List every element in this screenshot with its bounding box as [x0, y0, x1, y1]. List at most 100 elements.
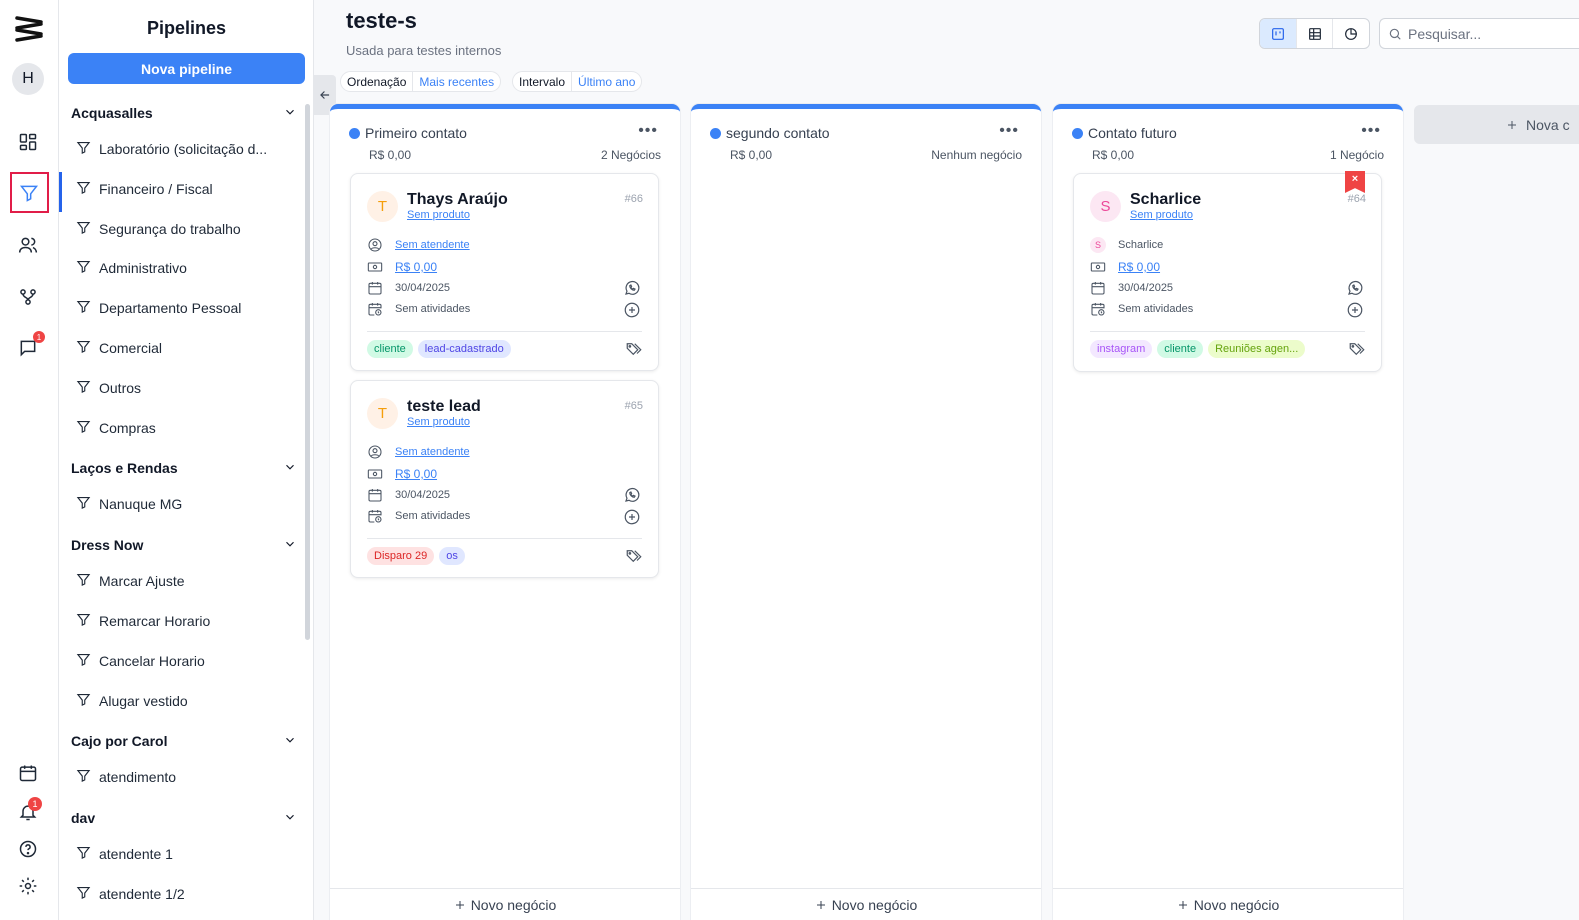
calendar-icon[interactable] [10, 755, 46, 791]
pipeline-item[interactable]: Remarcar Horario [76, 609, 296, 633]
pipeline-item-label: Cancelar Horario [99, 652, 205, 669]
amount-value[interactable]: R$ 0,00 [395, 260, 437, 274]
ordering-value[interactable]: Mais recentes [412, 72, 500, 91]
pipeline-item[interactable]: Administrativo [76, 256, 296, 280]
pipelines-sidebar: Pipelines Nova pipeline Acquasalles Labor… [59, 0, 314, 920]
kanban-view-icon[interactable] [1260, 19, 1297, 48]
attendant-value[interactable]: Sem atendente [395, 446, 470, 458]
chart-view-icon[interactable] [1333, 19, 1369, 48]
deal-number: #66 [624, 193, 643, 205]
funnel-icon [76, 299, 99, 317]
pipeline-item[interactable]: atendente 1/2 [76, 882, 296, 906]
pipeline-item[interactable]: Compras [76, 416, 296, 440]
pipeline-item[interactable]: Comercial [76, 336, 296, 360]
amount-row[interactable]: R$ 0,00 [1090, 259, 1160, 275]
pipeline-item[interactable]: Alugar vestido [76, 689, 296, 713]
help-icon[interactable] [10, 831, 46, 867]
ordering-label: Ordenação [347, 74, 407, 89]
table-view-icon[interactable] [1297, 19, 1334, 48]
pipeline-group[interactable]: Acquasalles [71, 102, 297, 124]
dashboard-icon[interactable] [10, 124, 46, 160]
more-options-icon[interactable]: ••• [1361, 123, 1381, 139]
sidebar-scrollbar[interactable] [305, 104, 310, 640]
deal-card[interactable]: × S Scharlice Sem produto #64 S Scharlice R$ 0,… [1073, 171, 1382, 372]
deal-card[interactable]: T Thays Araújo Sem produto #66 Sem atendente… [350, 173, 659, 371]
pipeline-item[interactable]: Laboratório (solicitação d... [76, 137, 296, 161]
more-options-icon[interactable]: ••• [999, 123, 1019, 139]
more-options-icon[interactable]: ••• [638, 123, 658, 139]
funnel-icon [76, 612, 99, 630]
pipeline-item-label: Alugar vestido [99, 692, 188, 709]
product-link[interactable]: Sem produto [1130, 209, 1193, 221]
tag[interactable]: cliente [367, 340, 413, 358]
interval-value[interactable]: Último ano [571, 72, 641, 91]
product-link[interactable]: Sem produto [407, 209, 470, 221]
pipeline-group[interactable]: Laços e Rendas [71, 457, 297, 479]
close-ribbon-icon[interactable]: × [1345, 171, 1365, 193]
new-column-button[interactable]: Nova c [1414, 105, 1579, 144]
stage-dot [349, 127, 360, 139]
tags-icon[interactable] [1348, 340, 1366, 358]
contact-name[interactable]: Thays Araújo [407, 191, 508, 209]
new-pipeline-button[interactable]: Nova pipeline [68, 53, 305, 84]
tag[interactable]: Reuniões agen... [1208, 340, 1306, 358]
page-title: teste-s [346, 8, 417, 33]
pipeline-column: Contato futuro ••• R$ 0,00 1 Negócio × S Schar… [1053, 104, 1403, 920]
users-icon[interactable] [10, 227, 46, 263]
amount-value[interactable]: R$ 0,00 [1118, 260, 1160, 274]
attendant-row[interactable]: Sem atendente [367, 444, 470, 460]
integrations-icon[interactable] [10, 279, 46, 315]
tag[interactable]: lead-cadastrado [417, 340, 511, 358]
pipeline-item[interactable]: Cancelar Horario [76, 649, 296, 673]
attendant-value[interactable]: Sem atendente [395, 239, 470, 251]
pipeline-item[interactable]: atendimento [76, 765, 296, 789]
tag[interactable]: os [439, 547, 465, 565]
contact-name[interactable]: teste lead [407, 398, 481, 416]
attendant-row[interactable]: S Scharlice [1090, 237, 1163, 253]
search-input[interactable] [1408, 25, 1568, 42]
app-logo[interactable] [14, 14, 44, 44]
amount-value[interactable]: R$ 0,00 [395, 467, 437, 481]
pipeline-item-label: Comercial [99, 340, 163, 356]
attendant-row[interactable]: Sem atendente [367, 237, 470, 253]
pipeline-group[interactable]: dav [71, 807, 297, 829]
new-deal-button[interactable]: Novo negócio [1053, 888, 1403, 920]
date-row: 30/04/2025 [367, 280, 450, 296]
pipeline-item[interactable]: Financeiro / Fiscal [76, 177, 296, 201]
new-deal-button[interactable]: Novo negócio [691, 888, 1041, 920]
whatsapp-icon[interactable] [623, 279, 641, 297]
add-activity-icon[interactable] [1346, 301, 1364, 319]
ordering-filter[interactable]: Ordenação Mais recentes [340, 71, 502, 92]
amount-row[interactable]: R$ 0,00 [367, 466, 437, 482]
deal-card[interactable]: Tteste lead Sem produto #65 Sem atendente R$… [350, 380, 659, 578]
tag[interactable]: Disparo 29 [367, 547, 435, 565]
pipeline-item[interactable]: Departamento Pessoal [76, 296, 296, 320]
pipeline-item[interactable]: atendente 1 [76, 842, 296, 866]
pipeline-item[interactable]: Outros [76, 376, 296, 400]
tag[interactable]: cliente [1157, 340, 1204, 358]
add-activity-icon[interactable] [623, 301, 641, 319]
add-activity-icon[interactable] [623, 508, 641, 526]
column-total: R$ 0,00 [1092, 148, 1135, 162]
funnel-icon[interactable] [11, 175, 47, 211]
contact-name[interactable]: Scharlice [1130, 191, 1201, 209]
interval-filter[interactable]: Intervalo Último ano [512, 71, 643, 92]
calendar-icon [367, 487, 395, 503]
amount-row[interactable]: R$ 0,00 [367, 259, 437, 275]
user-avatar[interactable]: H [12, 63, 44, 95]
product-link[interactable]: Sem produto [407, 416, 470, 428]
pipeline-item[interactable]: Segurança do trabalho [76, 217, 296, 241]
whatsapp-icon[interactable] [1346, 279, 1364, 297]
pipeline-item[interactable]: Marcar Ajuste [76, 569, 296, 593]
attendant-value[interactable]: Scharlice [1118, 239, 1163, 251]
pipeline-item[interactable]: Nanuque MG [76, 492, 296, 516]
pipeline-group[interactable]: Cajo por Carol [71, 730, 297, 752]
group-label: Dress Now [71, 537, 144, 554]
whatsapp-icon[interactable] [623, 486, 641, 504]
tag[interactable]: instagram [1090, 340, 1153, 358]
pipeline-group[interactable]: Dress Now [71, 534, 297, 556]
tags-icon[interactable] [625, 340, 643, 358]
new-deal-button[interactable]: Novo negócio [330, 888, 680, 920]
tags-icon[interactable] [625, 547, 643, 565]
settings-icon[interactable] [10, 868, 46, 904]
